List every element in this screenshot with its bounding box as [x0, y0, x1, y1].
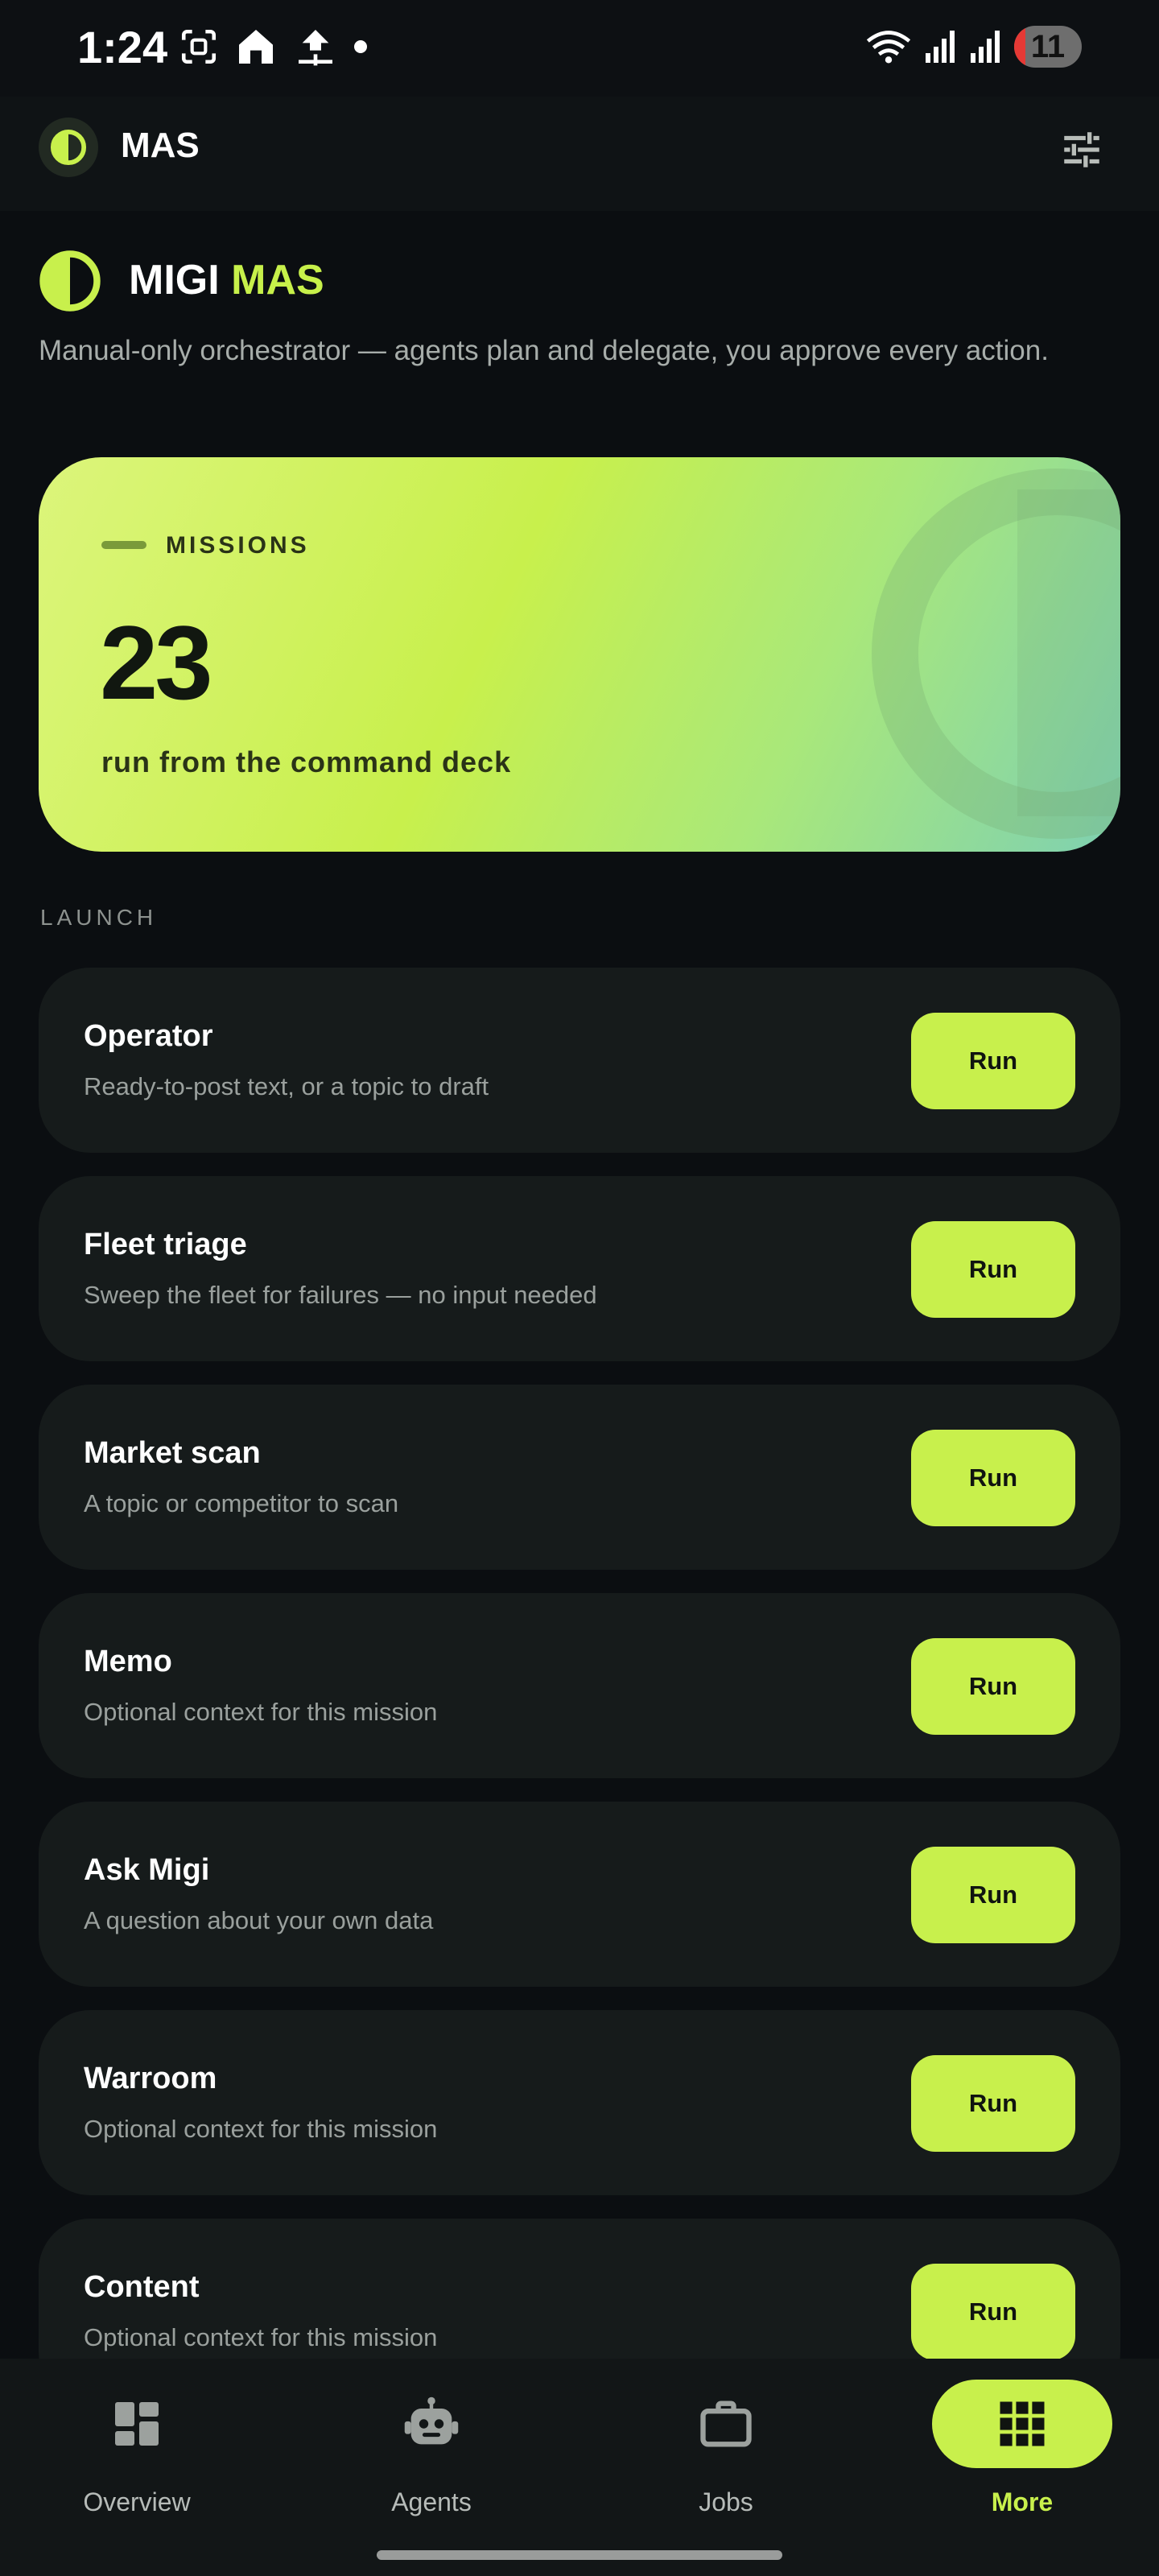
upload-icon	[299, 30, 332, 66]
app-logo	[39, 118, 98, 177]
mission-operator: Operator Ready-to-post text, or a topic …	[39, 968, 1120, 1153]
wifi-icon	[866, 31, 911, 64]
launch-section-label: LAUNCH	[40, 905, 158, 930]
nav-label: More	[991, 2487, 1054, 2516]
tune-icon	[1064, 132, 1099, 167]
mission-ask-migi: Ask Migi A question about your own data …	[39, 1802, 1120, 1987]
robot-icon	[395, 2388, 468, 2460]
run-ask-migi-button[interactable]: Run	[911, 1847, 1075, 1943]
mission-title: Market scan	[84, 1436, 261, 1470]
signal-icon	[926, 31, 955, 63]
mission-title: Ask Migi	[84, 1853, 210, 1887]
home-indicator[interactable]	[377, 2550, 782, 2560]
brand-name: MIGI MAS	[129, 256, 324, 304]
run-operator-button[interactable]: Run	[911, 1013, 1075, 1109]
mission-title: Warroom	[84, 2062, 217, 2095]
brand-prefix: MIGI	[129, 257, 220, 303]
hero-label-dash	[101, 541, 146, 549]
status-system-icons: 11	[866, 26, 1082, 68]
run-content-button[interactable]: Run	[911, 2264, 1075, 2360]
dot-icon	[354, 40, 367, 53]
status-time: 1:24	[77, 22, 168, 72]
bottom-navigation: Overview Agents Jobs More	[0, 2359, 1159, 2576]
mission-market-scan: Market scan A topic or competitor to sca…	[39, 1385, 1120, 1570]
nav-more[interactable]: More	[926, 2370, 1119, 2531]
nav-jobs[interactable]: Jobs	[629, 2370, 823, 2531]
nav-overview[interactable]: Overview	[40, 2370, 233, 2531]
brand-accent: MAS	[231, 257, 324, 303]
filter-button[interactable]	[1053, 121, 1111, 179]
battery-level: 11	[1030, 28, 1066, 64]
mission-description: A question about your own data	[84, 1906, 434, 1934]
screenshot-icon	[181, 29, 217, 64]
battery-indicator: 11	[1014, 26, 1082, 68]
mission-description: A topic or competitor to scan	[84, 1489, 399, 1517]
mission-title: Memo	[84, 1645, 172, 1678]
mission-title: Operator	[84, 1019, 213, 1053]
nav-label: Agents	[391, 2487, 472, 2516]
nav-agents[interactable]: Agents	[335, 2370, 528, 2531]
nav-label: Overview	[83, 2487, 191, 2516]
hero-subtitle: run from the command deck	[101, 745, 512, 778]
signal-roaming-icon	[971, 31, 1000, 63]
app-title: MAS	[121, 126, 200, 165]
mission-description: Optional context for this mission	[84, 1698, 438, 1726]
mission-description: Sweep the fleet for failures — no input …	[84, 1281, 597, 1309]
home-app-icon	[239, 30, 273, 64]
hero-label: MISSIONS	[166, 532, 310, 559]
missions-hero-card: MISSIONS 23 run from the command deck	[39, 457, 1120, 852]
run-fleet-triage-button[interactable]: Run	[911, 1221, 1075, 1318]
mission-description: Optional context for this mission	[84, 2115, 438, 2143]
mission-title: Fleet triage	[84, 1228, 247, 1261]
tagline: Manual-only orchestrator — agents plan a…	[39, 335, 1049, 366]
mission-description: Ready-to-post text, or a topic to draft	[84, 1072, 489, 1100]
briefcase-icon	[690, 2388, 762, 2460]
hero-decoration-half	[1017, 489, 1120, 816]
apps-grid-icon	[986, 2388, 1058, 2460]
brand-logo-icon	[39, 250, 101, 312]
mission-memo: Memo Optional context for this mission R…	[39, 1593, 1120, 1778]
dashboard-icon	[101, 2388, 173, 2460]
mission-title: Content	[84, 2270, 200, 2304]
mission-warroom: Warroom Optional context for this missio…	[39, 2010, 1120, 2195]
missions-count: 23	[100, 604, 213, 721]
status-bar: 1:24 11	[0, 0, 1159, 97]
run-market-scan-button[interactable]: Run	[911, 1430, 1075, 1526]
status-notification-icons	[179, 24, 369, 69]
mission-description: Optional context for this mission	[84, 2323, 438, 2351]
run-memo-button[interactable]: Run	[911, 1638, 1075, 1735]
mission-fleet-triage: Fleet triage Sweep the fleet for failure…	[39, 1176, 1120, 1361]
half-circle-logo-icon	[50, 129, 87, 166]
run-warroom-button[interactable]: Run	[911, 2055, 1075, 2152]
nav-label: Jobs	[699, 2487, 753, 2516]
app-bar: MAS	[0, 97, 1159, 211]
